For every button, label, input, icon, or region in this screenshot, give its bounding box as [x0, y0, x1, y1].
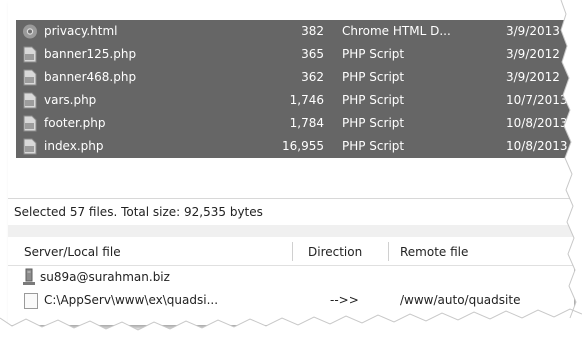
file-name: vars.php [44, 93, 97, 107]
local-path: C:\AppServ\www\ex\quadsi... [44, 293, 219, 307]
screenshot: privacy.html 382 Chrome HTML D... 3/9/20… [0, 0, 582, 338]
file-type: PHP Script [342, 93, 405, 107]
file-row[interactable]: vars.php 1,746 PHP Script 10/7/2013 [16, 89, 574, 112]
server-icon [23, 268, 35, 285]
column-divider[interactable] [292, 242, 293, 261]
file-date: 3/9/2012 [506, 47, 560, 61]
transfer-direction: -->> [330, 293, 359, 307]
status-bar: Selected 57 files. Total size: 92,535 by… [8, 198, 574, 226]
file-size: 362 [301, 70, 324, 84]
file-name: banner125.php [44, 47, 137, 61]
file-row[interactable]: banner125.php 365 PHP Script 3/9/2012 [16, 43, 574, 66]
file-type: Chrome HTML D... [342, 24, 451, 38]
file-type: PHP Script [342, 116, 405, 130]
php-file-icon [23, 46, 37, 63]
file-type: PHP Script [342, 139, 405, 153]
file-row[interactable]: footer.php 1,784 PHP Script 10/8/2013 [16, 112, 574, 135]
file-row[interactable]: banner468.php 362 PHP Script 3/9/2012 [16, 66, 574, 89]
file-name: index.php [44, 139, 104, 153]
queue-server-row[interactable]: su89a@surahman.biz [8, 266, 574, 288]
queue-header: Server/Local file Direction Remote file [8, 238, 574, 266]
file-row[interactable]: privacy.html 382 Chrome HTML D... 3/9/20… [16, 20, 574, 43]
file-name: banner468.php [44, 70, 137, 84]
file-date: 10/8/2013 [506, 139, 568, 153]
chrome-html-icon [23, 24, 37, 39]
file-name: footer.php [44, 116, 106, 130]
file-date: 10/7/2013 [506, 93, 568, 107]
file-date: 3/9/2012 [506, 70, 560, 84]
file-type: PHP Script [342, 70, 405, 84]
column-remote-file[interactable]: Remote file [400, 245, 468, 259]
file-size: 1,784 [289, 116, 324, 130]
file-date: 3/9/2013 [506, 24, 560, 38]
file-size: 1,746 [289, 93, 324, 107]
file-icon [24, 293, 38, 309]
panel-splitter[interactable] [8, 225, 574, 237]
server-address: su89a@surahman.biz [40, 270, 170, 284]
php-file-icon [23, 92, 37, 109]
remote-file-list[interactable]: privacy.html 382 Chrome HTML D... 3/9/20… [8, 0, 574, 176]
file-size: 382 [301, 24, 324, 38]
column-server-local-file[interactable]: Server/Local file [24, 245, 121, 259]
file-row[interactable]: index.php 16,955 PHP Script 10/8/2013 [16, 135, 574, 158]
remote-path: /www/auto/quadsite [400, 293, 521, 307]
file-type: PHP Script [342, 47, 405, 61]
column-divider[interactable] [388, 242, 389, 261]
column-direction[interactable]: Direction [308, 245, 362, 259]
php-file-icon [23, 138, 37, 155]
php-file-icon [23, 115, 37, 132]
file-date: 10/8/2013 [506, 116, 568, 130]
file-size: 365 [301, 47, 324, 61]
file-size: 16,955 [282, 139, 324, 153]
php-file-icon [23, 69, 37, 86]
file-name: privacy.html [44, 24, 118, 38]
filezilla-panel: privacy.html 382 Chrome HTML D... 3/9/20… [8, 0, 574, 325]
queue-transfer-row[interactable]: C:\AppServ\www\ex\quadsi... -->> /www/au… [8, 289, 574, 311]
selection-status: Selected 57 files. Total size: 92,535 by… [14, 205, 263, 219]
